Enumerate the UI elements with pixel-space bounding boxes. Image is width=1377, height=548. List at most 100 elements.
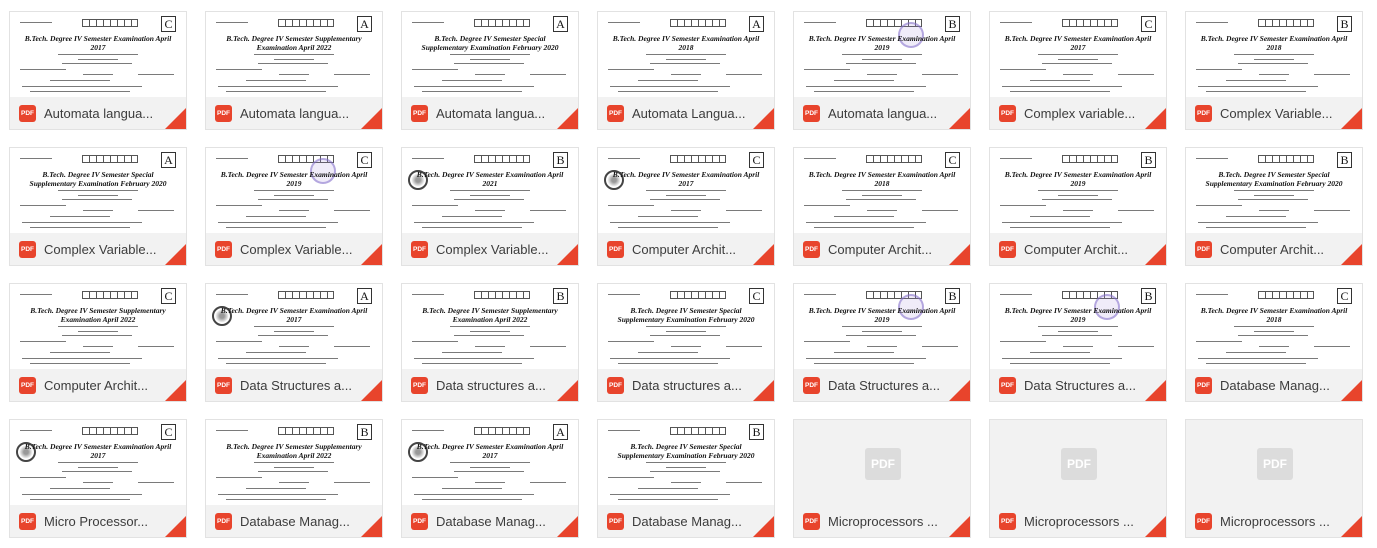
file-name-bar: PDF Database Manag... xyxy=(598,505,774,537)
doc-register-box xyxy=(82,155,138,163)
doc-text-line xyxy=(834,80,894,81)
doc-version-letter: C xyxy=(357,152,372,168)
doc-text-line xyxy=(279,210,309,211)
doc-text-line xyxy=(258,63,328,64)
file-card[interactable]: B B.Tech. Degree IV Semester Examination … xyxy=(401,147,579,266)
file-card[interactable]: B B.Tech. Degree IV Semester Examination … xyxy=(989,283,1167,402)
file-card[interactable]: PDF PDF Microprocessors ... xyxy=(1185,419,1363,538)
doc-version-letter: B xyxy=(553,152,568,168)
pdf-icon: PDF xyxy=(1195,240,1212,258)
doc-register-box xyxy=(670,19,726,27)
doc-text-line xyxy=(78,195,118,196)
file-card[interactable]: B B.Tech. Degree IV Semester Examination … xyxy=(793,11,971,130)
doc-text-line xyxy=(62,63,132,64)
doc-text-line xyxy=(846,199,916,200)
file-card[interactable]: A B.Tech. Degree IV Semester Examination … xyxy=(205,283,383,402)
file-card[interactable]: B B.Tech. Degree IV Semester Examination … xyxy=(793,283,971,402)
file-card[interactable]: B B.Tech. Degree IV Semester Special Supp… xyxy=(1185,147,1363,266)
doc-text-line xyxy=(1206,363,1306,364)
file-name: Complex Variable... xyxy=(436,241,549,257)
doc-text-line xyxy=(218,358,338,359)
file-name-bar: PDF Data Structures a... xyxy=(990,369,1166,401)
doc-text-line xyxy=(412,205,458,206)
doc-text-line xyxy=(671,74,701,75)
doc-text-line xyxy=(50,216,110,217)
doc-code-line xyxy=(20,158,52,159)
doc-version-letter: C xyxy=(161,16,176,32)
doc-text-line xyxy=(618,91,718,92)
file-card[interactable]: C B.Tech. Degree IV Semester Examination … xyxy=(597,147,775,266)
file-card[interactable]: B B.Tech. Degree IV Semester Supplementar… xyxy=(205,419,383,538)
doc-text-line xyxy=(442,488,502,489)
doc-text-line xyxy=(412,477,458,478)
file-name: Complex Variable... xyxy=(44,241,157,257)
file-card[interactable]: C B.Tech. Degree IV Semester Examination … xyxy=(9,419,187,538)
doc-text-line xyxy=(608,341,654,342)
doc-text-line xyxy=(22,358,142,359)
file-card[interactable]: B B.Tech. Degree IV Semester Examination … xyxy=(1185,11,1363,130)
doc-version-letter: B xyxy=(1141,288,1156,304)
file-card[interactable]: A B.Tech. Degree IV Semester Examination … xyxy=(597,11,775,130)
doc-text-line xyxy=(279,346,309,347)
doc-text-line xyxy=(806,358,926,359)
file-card[interactable]: C B.Tech. Degree IV Semester Examination … xyxy=(793,147,971,266)
doc-text-line xyxy=(1042,335,1112,336)
pdf-icon: PDF xyxy=(215,104,232,122)
file-card[interactable]: C B.Tech. Degree IV Semester Examination … xyxy=(9,11,187,130)
doc-text-line xyxy=(842,190,922,191)
file-card[interactable]: C B.Tech. Degree IV Semester Examination … xyxy=(205,147,383,266)
doc-text-line xyxy=(862,195,902,196)
doc-text-line xyxy=(470,195,510,196)
file-card[interactable]: B B.Tech. Degree IV Semester Examination … xyxy=(989,147,1167,266)
file-card[interactable]: A B.Tech. Degree IV Semester Special Supp… xyxy=(9,147,187,266)
doc-register-box xyxy=(278,19,334,27)
file-card[interactable]: C B.Tech. Degree IV Semester Special Supp… xyxy=(597,283,775,402)
file-card[interactable]: A B.Tech. Degree IV Semester Special Supp… xyxy=(401,11,579,130)
doc-marks-line xyxy=(138,74,174,75)
file-name: Computer Archit... xyxy=(1220,241,1325,257)
file-card[interactable]: PDF PDF Microprocessors ... xyxy=(989,419,1167,538)
doc-text-line xyxy=(22,494,142,495)
doc-title: B.Tech. Degree IV Semester Examination A… xyxy=(1200,34,1348,52)
file-name: Database Manag... xyxy=(436,513,546,529)
pdf-corner-icon xyxy=(1341,516,1362,537)
file-card[interactable]: PDF PDF Microprocessors ... xyxy=(793,419,971,538)
file-thumbnail: C B.Tech. Degree IV Semester Examination … xyxy=(598,148,774,233)
pdf-icon: PDF xyxy=(19,376,36,394)
doc-code-line xyxy=(216,430,248,431)
doc-code-line xyxy=(20,430,52,431)
file-card[interactable]: B B.Tech. Degree IV Semester Special Supp… xyxy=(597,419,775,538)
pdf-placeholder-icon: PDF xyxy=(1061,448,1097,480)
doc-version-letter: B xyxy=(1337,152,1352,168)
file-card[interactable]: A B.Tech. Degree IV Semester Examination … xyxy=(401,419,579,538)
doc-title: B.Tech. Degree IV Semester Examination A… xyxy=(220,306,368,324)
doc-text-line xyxy=(638,216,698,217)
doc-text-line xyxy=(475,346,505,347)
doc-code-line xyxy=(1000,158,1032,159)
doc-text-line xyxy=(650,199,720,200)
file-card[interactable]: C B.Tech. Degree IV Semester Supplementar… xyxy=(9,283,187,402)
doc-code-line xyxy=(20,22,52,23)
file-name: Data Structures a... xyxy=(828,377,940,393)
file-card[interactable]: A B.Tech. Degree IV Semester Supplementar… xyxy=(205,11,383,130)
doc-text-line xyxy=(1198,358,1318,359)
file-name: Data structures a... xyxy=(632,377,742,393)
doc-text-line xyxy=(226,363,326,364)
doc-version-letter: C xyxy=(749,152,764,168)
pdf-icon: PDF xyxy=(19,512,36,530)
file-name-bar: PDF Computer Archit... xyxy=(794,233,970,265)
doc-text-line xyxy=(218,86,338,87)
doc-text-line xyxy=(254,190,334,191)
file-thumbnail: A B.Tech. Degree IV Semester Examination … xyxy=(402,420,578,505)
doc-text-line xyxy=(30,227,130,228)
doc-text-line xyxy=(470,331,510,332)
doc-marks-line xyxy=(530,210,566,211)
file-card[interactable]: B B.Tech. Degree IV Semester Supplementar… xyxy=(401,283,579,402)
doc-code-line xyxy=(608,158,640,159)
pdf-icon: PDF xyxy=(215,240,232,258)
pdf-icon: PDF xyxy=(803,376,820,394)
doc-text-line xyxy=(1196,205,1242,206)
file-card[interactable]: C B.Tech. Degree IV Semester Examination … xyxy=(989,11,1167,130)
doc-text-line xyxy=(442,352,502,353)
file-card[interactable]: C B.Tech. Degree IV Semester Examination … xyxy=(1185,283,1363,402)
